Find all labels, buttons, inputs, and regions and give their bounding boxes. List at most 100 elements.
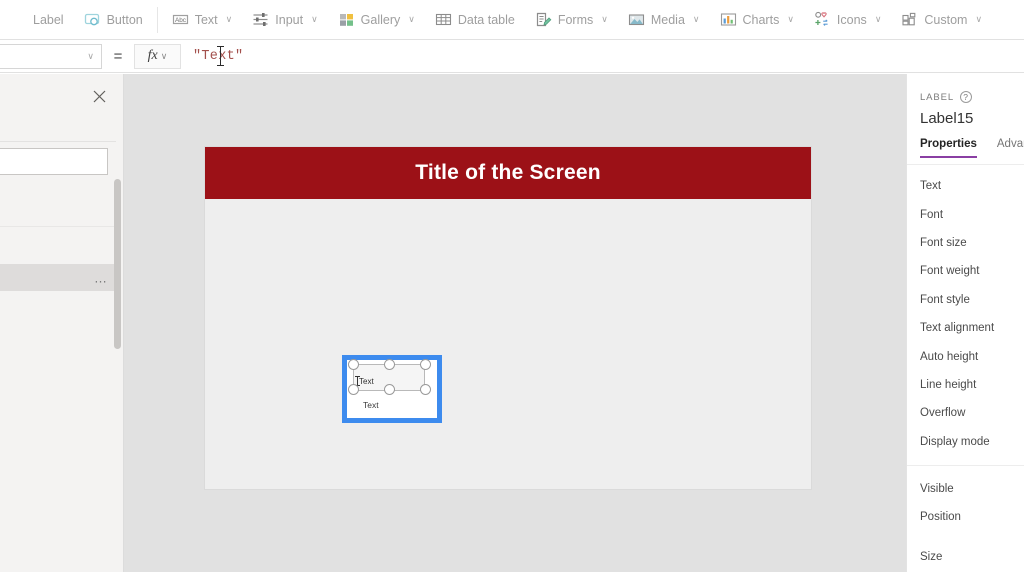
svg-text:Abc: Abc [175, 17, 187, 24]
help-icon[interactable]: ? [960, 91, 973, 103]
toolbar-item-label[interactable]: Label [0, 0, 74, 40]
fx-label: fx [147, 48, 158, 63]
insert-toolbar: Label Button Abc Text ∨ Input ∨ Gallery … [0, 0, 1024, 40]
selected-label-text: Text [359, 377, 374, 386]
list-item[interactable]: … [0, 264, 116, 291]
input-icon [252, 11, 269, 28]
toolbar-item-custom[interactable]: Custom ∨ [891, 0, 992, 40]
tab-advanced[interactable]: Advanced [997, 138, 1024, 156]
label-icon [10, 11, 27, 28]
toolbar-item-data-table-text: Data table [457, 12, 515, 27]
toolbar-item-charts-text: Charts [742, 12, 780, 27]
properties-list: Text Font Font size Font weight Font sty… [907, 172, 1024, 571]
text-cursor-icon [217, 45, 224, 66]
charts-icon [720, 11, 737, 28]
property-selector-dropdown[interactable]: ∨ [0, 43, 102, 69]
properties-pane-tabs: Properties Advanced [920, 138, 1024, 164]
chevron-down-icon: ∨ [874, 14, 882, 24]
icons-icon [814, 11, 831, 28]
properties-pane: LABEL ? Label15 Properties Advanced Text… [906, 74, 1024, 572]
property-row-overflow[interactable]: Overflow [907, 399, 1024, 427]
property-row-position[interactable]: Position [907, 503, 1024, 531]
toolbar-item-label-text: Label [33, 12, 64, 27]
property-row-font[interactable]: Font [907, 200, 1024, 228]
tabs-underline [907, 164, 1024, 165]
chevron-down-icon: ∨ [692, 14, 700, 24]
chevron-down-icon: ∨ [87, 50, 94, 61]
left-pane-list-divider [0, 226, 116, 227]
media-icon [628, 11, 645, 28]
app-screen-canvas[interactable]: Title of the Screen Text Text [205, 147, 811, 489]
property-row-auto-height[interactable]: Auto height [907, 342, 1024, 370]
toolbar-item-gallery-text: Gallery [360, 12, 401, 27]
chevron-down-icon: ∨ [311, 14, 318, 24]
property-row-text[interactable]: Text [907, 172, 1024, 200]
screen-title-bar[interactable]: Title of the Screen [205, 147, 811, 199]
toolbar-item-media-text: Media [650, 12, 685, 27]
toolbar-item-input[interactable]: Input ∨ [242, 0, 327, 40]
chevron-down-icon: ∨ [160, 50, 168, 61]
toolbar-item-button[interactable]: Button [74, 0, 153, 40]
toolbar-item-gallery[interactable]: Gallery ∨ [328, 0, 425, 40]
toolbar-item-text-text: Text [194, 12, 218, 27]
resize-handle-bottom-center[interactable] [384, 384, 395, 395]
control-type-label: LABEL [920, 91, 955, 103]
resize-handle-bottom-right[interactable] [420, 384, 431, 395]
power-apps-studio: Label Button Abc Text ∨ Input ∨ Gallery … [0, 0, 1024, 572]
property-row-text-alignment[interactable]: Text alignment [907, 314, 1024, 342]
toolbar-item-charts[interactable]: Charts ∨ [710, 0, 804, 40]
chevron-down-icon: ∨ [601, 14, 608, 24]
left-pane-search-input[interactable] [0, 148, 108, 175]
selected-control-selection-box[interactable]: Text Text [342, 355, 442, 423]
toolbar-item-icons[interactable]: Icons ∨ [804, 0, 891, 40]
properties-group-gap [907, 532, 1024, 543]
resize-handle-bottom-left[interactable] [348, 384, 359, 395]
custom-icon [901, 11, 918, 28]
property-row-size[interactable]: Size [907, 543, 1024, 571]
control-type-kicker: LABEL ? [920, 91, 973, 103]
gallery-icon [338, 11, 355, 28]
text-icon: Abc [172, 11, 189, 28]
toolbar-divider [156, 6, 158, 33]
chevron-down-icon: ∨ [408, 14, 415, 24]
property-row-display-mode[interactable]: Display mode [907, 428, 1024, 456]
property-row-font-style[interactable]: Font style [907, 286, 1024, 314]
property-row-line-height[interactable]: Line height [907, 371, 1024, 399]
property-row-visible[interactable]: Visible [907, 475, 1024, 503]
resize-handle-top-center[interactable] [384, 359, 395, 370]
equals-sign: = [113, 47, 123, 65]
more-options-icon[interactable]: … [94, 271, 108, 284]
left-pane-divider [0, 141, 116, 142]
close-pane-button[interactable] [89, 86, 109, 106]
toolbar-item-forms-text: Forms [557, 12, 594, 27]
chevron-down-icon: ∨ [225, 14, 233, 24]
control-name: Label15 [920, 110, 974, 127]
toolbar-item-forms[interactable]: Forms ∨ [525, 0, 618, 40]
toolbar-item-media[interactable]: Media ∨ [618, 0, 710, 40]
tab-properties[interactable]: Properties [920, 138, 977, 158]
toolbar-item-icons-text: Icons [836, 12, 867, 27]
fx-button[interactable]: fx ∨ [134, 43, 181, 69]
toolbar-item-input-text: Input [275, 12, 304, 27]
property-row-font-size[interactable]: Font size [907, 229, 1024, 257]
formula-text: "Text" [193, 48, 244, 64]
page-title: Title of the Screen [415, 161, 601, 184]
second-label-text: Text [363, 400, 379, 410]
formula-bar: ∨ = fx ∨ "Text" [0, 40, 1024, 73]
data-table-icon [435, 11, 452, 28]
resize-handle-top-right[interactable] [420, 359, 431, 370]
toolbar-item-text[interactable]: Abc Text ∨ [162, 0, 243, 40]
forms-icon [535, 11, 552, 28]
property-row-font-weight[interactable]: Font weight [907, 257, 1024, 285]
toolbar-item-button-text: Button [106, 12, 143, 27]
left-pane-scrollbar[interactable] [114, 179, 121, 349]
formula-input[interactable]: "Text" [181, 42, 1024, 70]
toolbar-item-data-table[interactable]: Data table [425, 0, 525, 40]
close-icon [93, 90, 105, 102]
button-icon [84, 11, 101, 28]
chevron-down-icon: ∨ [787, 14, 794, 24]
left-pane: ents … [0, 74, 124, 572]
properties-group-divider [907, 464, 1024, 475]
canvas-workspace: Title of the Screen Text Text [124, 74, 906, 572]
resize-handle-top-left[interactable] [348, 359, 359, 370]
